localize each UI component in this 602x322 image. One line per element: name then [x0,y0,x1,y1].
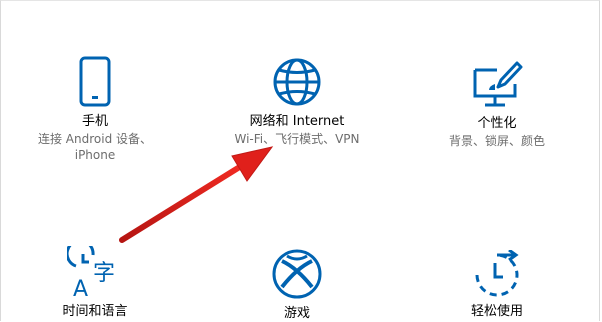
svg-text:A: A [73,277,88,300]
tile-phone-title: 手机 [81,114,108,129]
tile-phone-desc: 连接 Android 设备、iPhone [37,132,153,162]
tile-ease-of-access-title: 轻松使用 [470,304,523,319]
ease-of-access-icon [475,250,519,297]
tile-personalization-title: 个性化 [477,116,517,131]
tile-personalization[interactable]: 个性化 背景、锁屏、颜色 [407,60,587,149]
tile-ease-of-access[interactable]: 轻松使用 [407,250,587,320]
globe-icon [273,58,321,106]
svg-text:字: 字 [93,261,115,286]
xbox-icon [272,249,322,299]
tile-network[interactable]: 网络和 Internet Wi-Fi、飞行模式、VPN [207,56,387,147]
tile-network-title: 网络和 Internet [249,114,345,129]
phone-icon [79,56,111,107]
tile-time-language[interactable]: A 字 时间和语言 [5,246,185,320]
tile-network-desc: Wi-Fi、飞行模式、VPN [234,132,360,146]
tile-gaming[interactable]: 游戏 [207,248,387,322]
tile-phone[interactable]: 手机 连接 Android 设备、iPhone [5,56,185,163]
personalization-icon [473,61,523,107]
time-language-icon: A 字 [67,246,115,300]
tile-time-language-title: 时间和语言 [62,304,128,319]
tile-gaming-title: 游戏 [283,306,310,321]
tile-personalization-desc: 背景、锁屏、颜色 [448,134,545,148]
